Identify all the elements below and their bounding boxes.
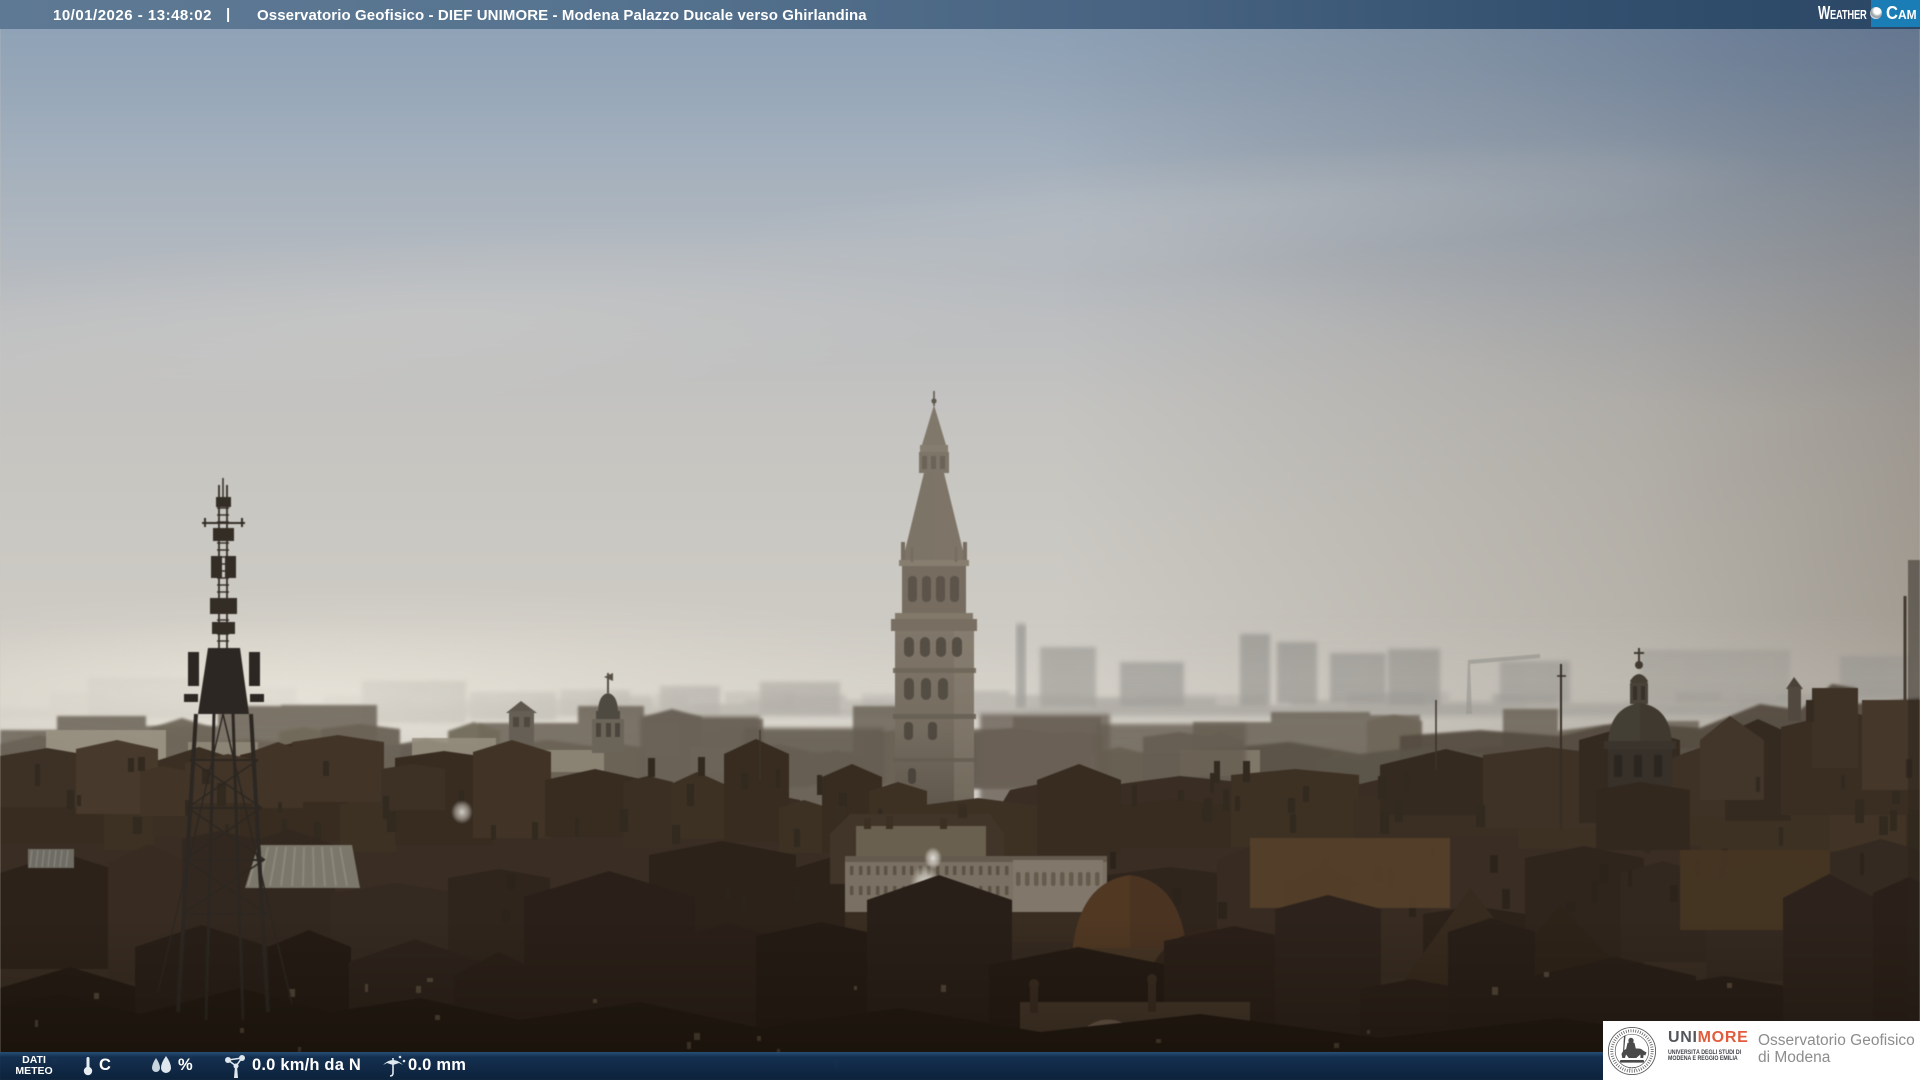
svg-text:1175: 1175 bbox=[1628, 1067, 1636, 1071]
